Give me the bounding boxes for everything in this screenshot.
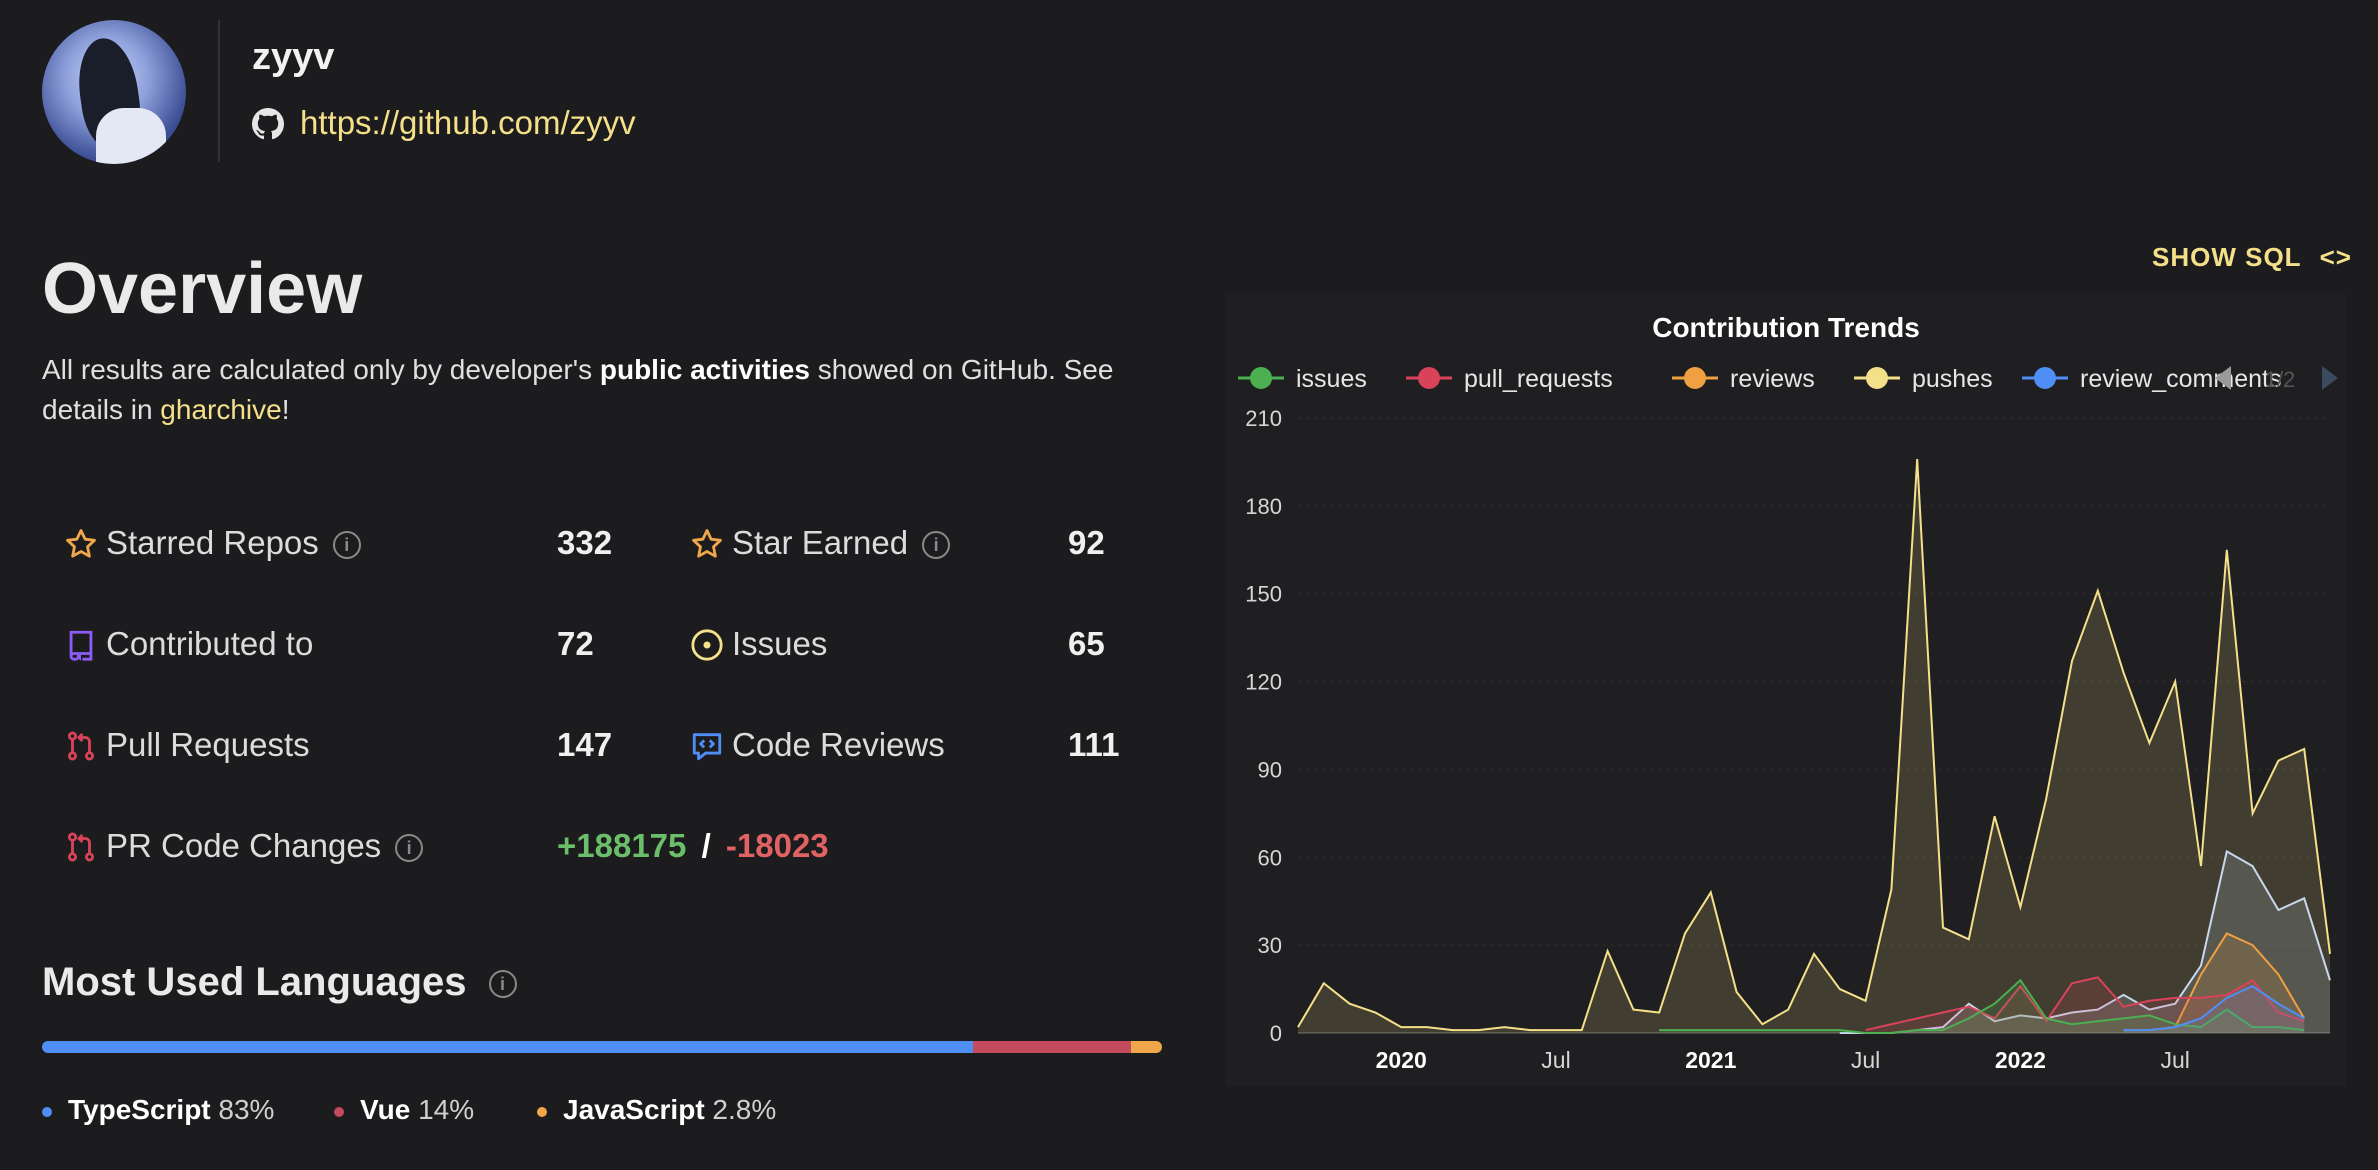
languages-bar-segment — [1130, 1041, 1162, 1053]
star-icon — [66, 529, 96, 558]
y-tick-label: 90 — [1258, 757, 1282, 782]
x-tick-label: 2020 — [1376, 1047, 1427, 1073]
language-legend-typescript: TypeScript 83% — [42, 1094, 274, 1126]
starred-repos-label: Starred Repos i — [106, 524, 361, 562]
languages-bar-segment — [973, 1041, 1131, 1053]
issues-label: Issues — [732, 625, 828, 662]
legend-item-pull_requests[interactable]: pull_requests — [1406, 365, 1613, 393]
svg-text:pushes: pushes — [1912, 365, 1993, 393]
show-sql-button[interactable]: SHOW SQL <> — [2152, 242, 2352, 273]
contributed-to-label: Contributed to — [106, 625, 314, 662]
star-earned-label: Star Earned i — [732, 524, 951, 562]
info-icon[interactable]: i — [395, 834, 424, 863]
overview-title: Overview — [42, 249, 363, 329]
languages-bar-segment — [42, 1041, 974, 1053]
y-tick-label: 30 — [1258, 933, 1282, 958]
avatar — [42, 20, 186, 164]
x-tick-label: Jul — [1541, 1047, 1570, 1073]
contributed-to-value: 72 — [557, 625, 594, 662]
code-reviews-label: Code Reviews — [732, 726, 945, 763]
pull-requests-label: Pull Requests — [106, 726, 310, 763]
star-earned-value: 92 — [1068, 524, 1105, 561]
languages-bar — [42, 1041, 1162, 1053]
y-tick-label: 180 — [1245, 494, 1282, 519]
pr-code-changes-value: +188175 / -18023 — [557, 827, 829, 864]
pr-code-changes-label: PR Code Changes i — [106, 827, 424, 865]
info-icon[interactable]: i — [332, 531, 361, 560]
chart-title: Contribution Trends — [1652, 312, 1920, 343]
overview-description: All results are calculated only by devel… — [42, 354, 1114, 425]
language-legend-javascript: JavaScript 2.8% — [537, 1094, 776, 1126]
code-review-icon — [692, 733, 722, 761]
repo-icon — [69, 630, 93, 661]
public-activities-text: public activities — [599, 354, 810, 385]
y-tick-label: 0 — [1270, 1021, 1282, 1046]
legend-next-page-icon[interactable] — [2322, 366, 2338, 390]
legend-item-review_comments[interactable]: review_comments — [2022, 365, 2281, 393]
github-profile-link[interactable]: https://github.com/zyyv — [300, 104, 636, 142]
legend-item-issues[interactable]: issues — [1238, 365, 1367, 393]
legend-page-indicator: 1/2 — [2265, 367, 2296, 392]
pull-requests-value: 147 — [557, 726, 613, 763]
y-tick-label: 150 — [1245, 582, 1282, 607]
info-icon[interactable]: i — [922, 531, 951, 560]
y-tick-label: 120 — [1245, 670, 1282, 695]
x-tick-label: 2021 — [1685, 1047, 1736, 1073]
code-brackets-icon: <> — [2319, 242, 2352, 272]
pull-request-icon — [67, 832, 95, 862]
issue-icon — [691, 629, 723, 661]
series-area-pushes — [1298, 459, 2330, 1033]
svg-text:reviews: reviews — [1730, 365, 1815, 393]
legend-item-pushes[interactable]: pushes — [1854, 365, 1993, 393]
issues-value: 65 — [1068, 625, 1105, 662]
additions-value: +188175 — [557, 827, 687, 864]
info-icon[interactable]: i — [488, 970, 517, 999]
github-icon — [252, 108, 284, 140]
y-tick-label: 60 — [1258, 845, 1282, 870]
legend-item-reviews[interactable]: reviews — [1672, 365, 1815, 393]
language-legend-vue: Vue 14% — [334, 1094, 474, 1126]
header-divider — [218, 20, 220, 162]
svg-text:issues: issues — [1296, 365, 1367, 393]
star-icon — [692, 529, 722, 558]
y-tick-label: 210 — [1245, 406, 1282, 431]
languages-title: Most Used Languages i — [42, 960, 517, 1005]
deletions-value: -18023 — [725, 827, 829, 864]
svg-text:review_comments: review_comments — [2080, 365, 2281, 393]
x-tick-label: Jul — [2160, 1047, 2189, 1073]
username: zyyv — [252, 36, 335, 78]
gharchive-link[interactable]: gharchive — [160, 394, 281, 425]
pull-request-icon — [67, 731, 95, 761]
x-tick-label: 2022 — [1995, 1047, 2046, 1073]
svg-text:pull_requests: pull_requests — [1464, 365, 1613, 393]
x-tick-label: Jul — [1851, 1047, 1880, 1073]
contribution-trends-chart: 0 30 60 90 120 150 180 210 2020 Jul 2021 Jul 2022 Jul… — [1238, 365, 2338, 1073]
starred-repos-value: 332 — [557, 524, 613, 561]
code-reviews-value: 111 — [1068, 726, 1120, 763]
